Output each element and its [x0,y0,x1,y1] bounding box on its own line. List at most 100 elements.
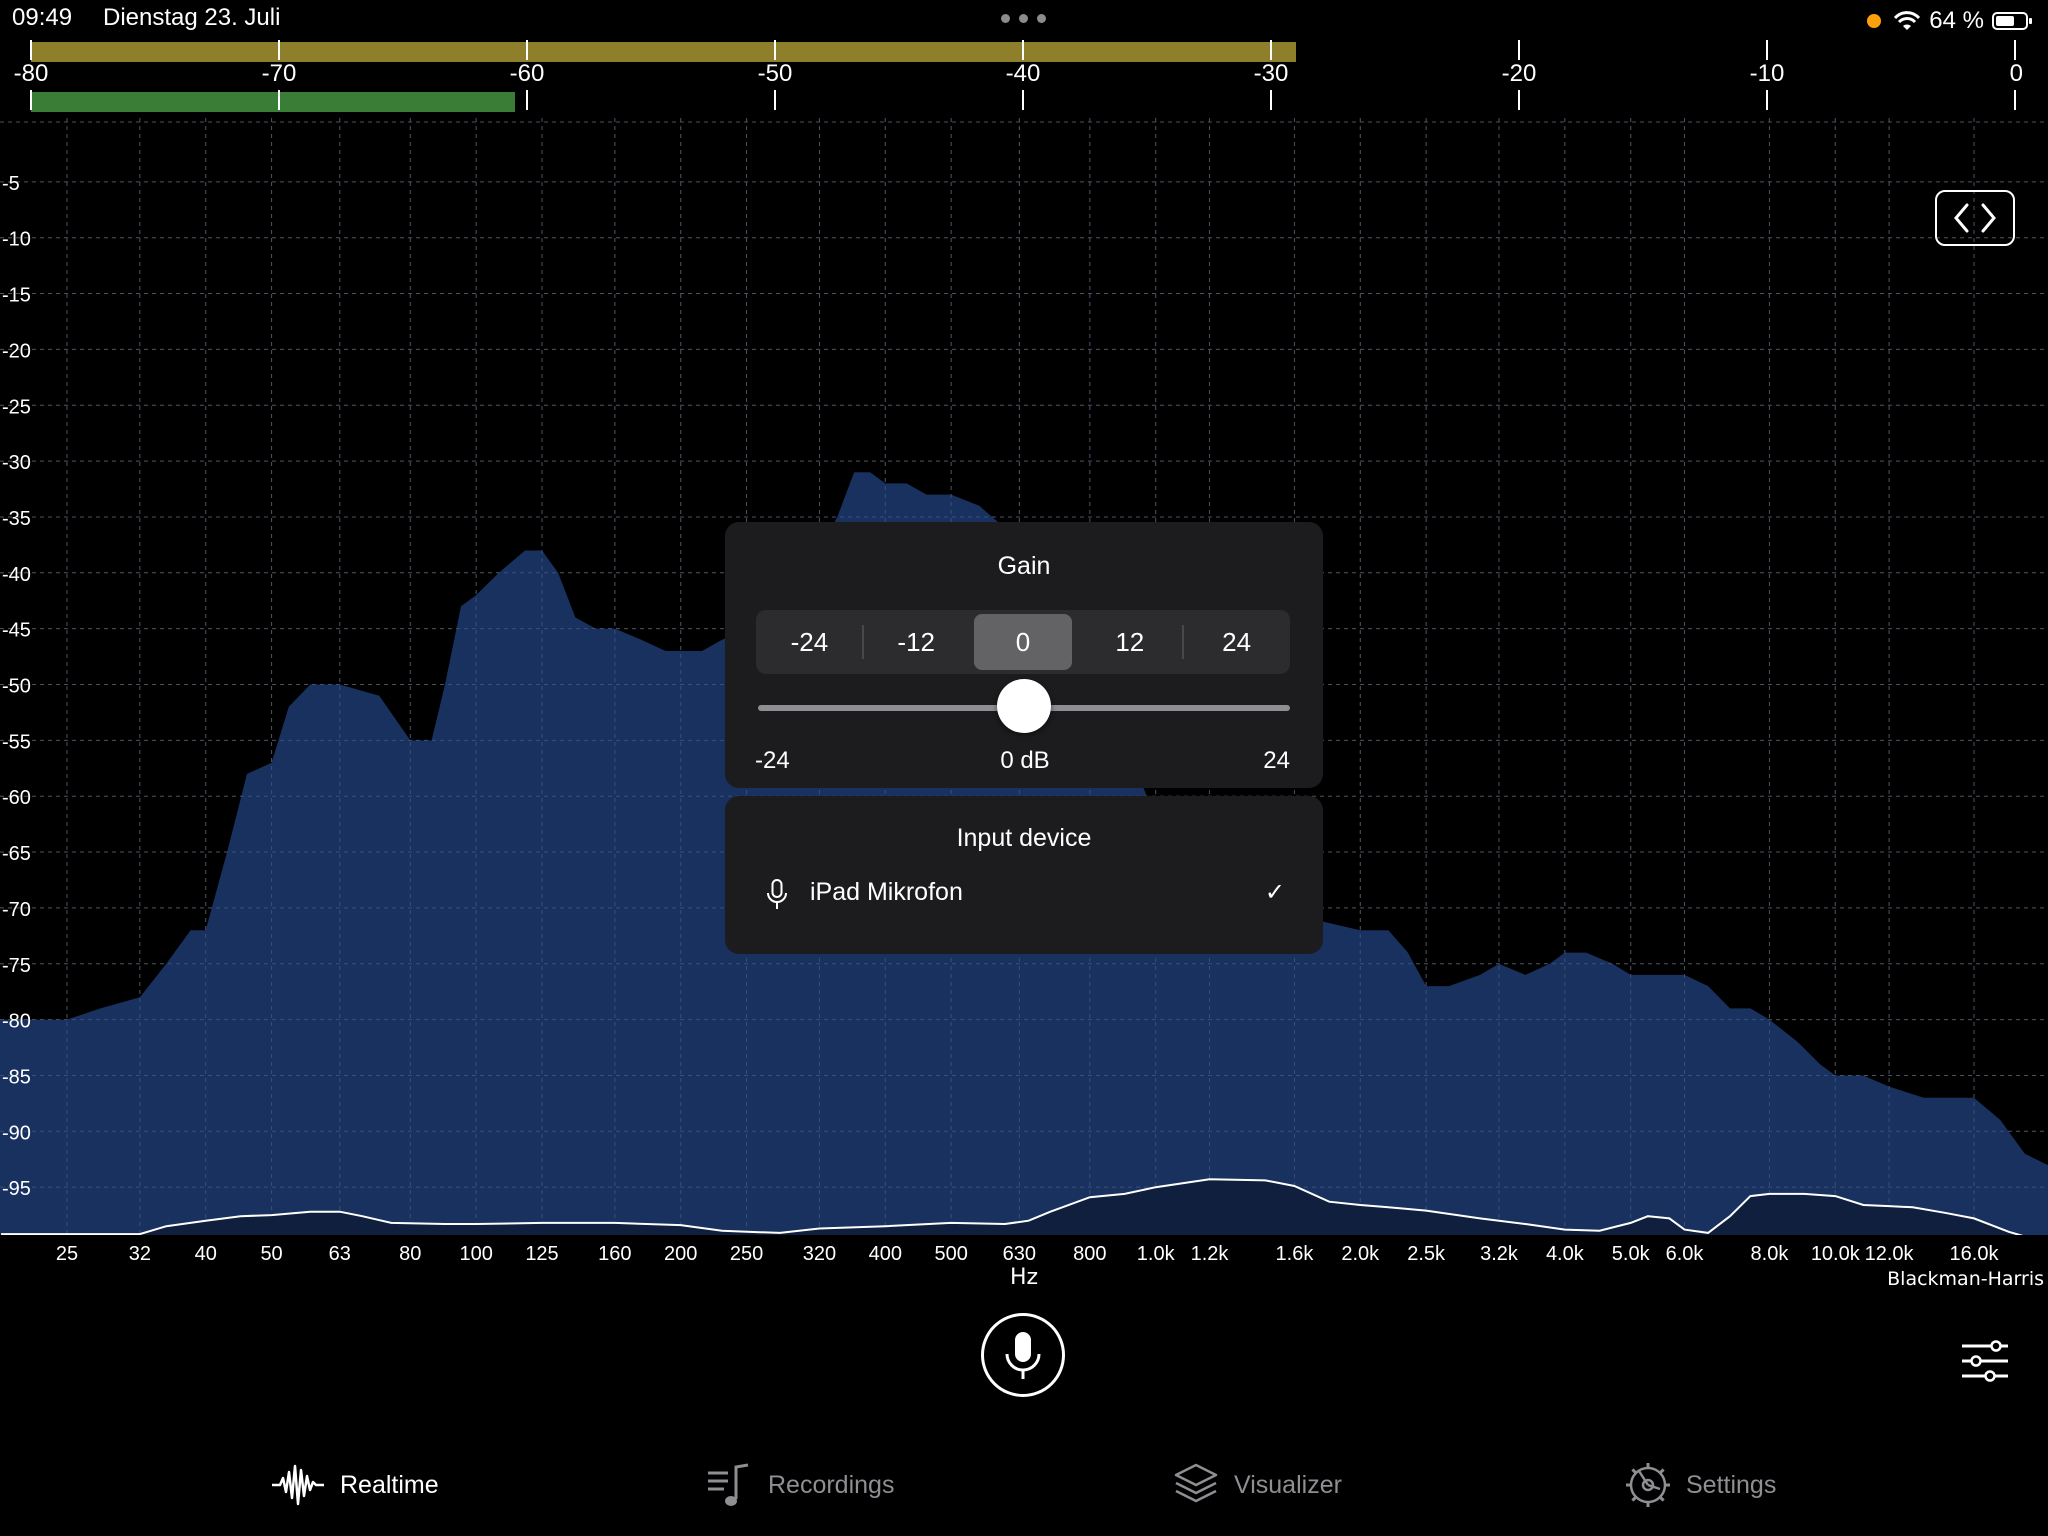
x-tick-label: 12.0k [1865,1243,1915,1265]
tab-recordings-label: Recordings [768,1470,895,1499]
y-tick-label: -85 [2,1066,31,1088]
y-tick-label: -50 [2,676,31,698]
waveform-icon [272,1464,324,1506]
x-tick-label: 10.0k [1811,1243,1861,1265]
level-meter-scale: -80 -70 -60 -50 -40 -30 -20 -10 0 [14,40,2023,110]
gain-option[interactable]: -12 [863,610,970,674]
gain-segmented-control[interactable]: -24 -12 0 12 24 [756,610,1290,674]
microphone-icon [767,879,787,909]
input-device-name: iPad Mikrofon [810,878,963,906]
microphone-in-use-indicator [1867,14,1882,28]
input-device-panel: Input device iPad Mikrofon ✓ [725,796,1323,954]
x-tick-label: 8.0k [1751,1243,1790,1265]
y-tick-label: -70 [2,899,31,921]
x-tick-label: 32 [129,1243,151,1265]
tab-settings[interactable]: Settings [1624,1460,1776,1510]
battery-percent: 64 % [1929,7,1984,34]
x-tick-label: 80 [399,1243,421,1265]
sliders-icon[interactable] [1960,1340,2010,1382]
x-tick-label: 1.0k [1137,1243,1176,1265]
expand-icon [1954,203,1996,233]
y-tick-label: -90 [2,1122,31,1144]
tab-visualizer[interactable]: Visualizer [1172,1460,1342,1510]
gear-icon [1626,1463,1670,1507]
x-tick-label: 320 [803,1243,836,1265]
record-microphone-button[interactable] [981,1313,1065,1397]
meter-scale-label: -50 [758,60,793,87]
tab-recordings[interactable]: Recordings [706,1460,894,1510]
y-tick-label: -15 [2,285,31,307]
y-tick-label: -55 [2,731,31,753]
status-indicators: 64 % [1867,4,2032,38]
x-tick-label: 6.0k [1666,1243,1705,1265]
gain-option[interactable]: 12 [1076,610,1183,674]
y-tick-label: -60 [2,787,31,809]
x-tick-label: 63 [329,1243,351,1265]
x-tick-label: 250 [730,1243,763,1265]
x-axis: 25 32 40 50 63 80 100 125 160 200 250 320 400 500 630 8… [56,1243,2000,1265]
y-tick-label: -75 [2,955,31,977]
music-list-icon [708,1463,749,1506]
y-tick-label: -45 [2,620,31,642]
x-tick-label: 125 [525,1243,558,1265]
segment-divider [1182,625,1185,659]
y-tick-label: -65 [2,843,31,865]
meter-scale-label: -40 [1006,60,1041,87]
level-meter: -80 -70 -60 -50 -40 -30 -20 -10 0 [0,36,2048,114]
status-bar: 09:49 Dienstag 23. Juli 64 % [0,0,2048,40]
x-tick-label: 25 [56,1243,78,1265]
meter-scale-label: -70 [262,60,297,87]
y-tick-label: -25 [2,396,31,418]
meter-scale-label: -60 [510,60,545,87]
gain-slider-min-label: -24 [755,747,790,774]
x-axis-label: Hz [1009,1265,1039,1290]
x-tick-label: 2.5k [1407,1243,1446,1265]
x-tick-label: 5.0k [1612,1243,1651,1265]
y-tick-label: -95 [2,1178,31,1200]
tab-realtime-label: Realtime [340,1470,439,1499]
tab-bar: Realtime Recordings Visualizer Settings [0,1436,2048,1536]
y-tick-label: -10 [2,229,31,251]
window-function-label: Blackman-Harris [1887,1268,2044,1290]
y-tick-label: -40 [2,564,31,586]
x-tick-label: 200 [664,1243,697,1265]
x-tick-label: 3.2k [1480,1243,1519,1265]
meter-scale-label: -10 [1750,60,1785,87]
microphone-icon [1005,1332,1041,1379]
gain-slider-thumb[interactable] [997,679,1051,733]
x-tick-label: 100 [459,1243,492,1265]
gain-slider-value-label: 0 dB [1000,747,1050,774]
battery-icon [1992,12,2032,30]
x-tick-label: 4.0k [1546,1243,1585,1265]
segment-divider [861,625,864,659]
x-tick-label: 16.0k [1950,1243,2000,1265]
y-tick-label: -20 [2,340,31,362]
gain-slider-max-label: 24 [1263,747,1290,774]
gain-option[interactable]: 0 [970,610,1077,674]
tab-realtime[interactable]: Realtime [270,1460,439,1510]
x-tick-label: 160 [598,1243,631,1265]
gain-option[interactable]: 24 [1183,610,1290,674]
input-device-title: Input device [956,824,1092,852]
input-device-row[interactable]: iPad Mikrofon ✓ [765,876,1285,916]
gain-title: Gain [997,552,1051,580]
x-tick-label: 1.2k [1191,1243,1230,1265]
tab-visualizer-label: Visualizer [1234,1470,1342,1499]
y-tick-label: -35 [2,508,31,530]
y-tick-label: -5 [2,173,20,195]
meter-scale-label: -30 [1254,60,1289,87]
expand-button[interactable] [1935,190,2015,246]
multitasking-dots-icon[interactable] [1001,14,1047,24]
x-tick-label: 2.0k [1341,1243,1380,1265]
x-tick-label: 400 [869,1243,902,1265]
gain-panel: Gain -24 -12 0 12 24 -24 0 dB 24 [725,522,1323,788]
checkmark-icon: ✓ [1264,878,1285,906]
tab-settings-label: Settings [1686,1470,1777,1499]
x-tick-label: 40 [195,1243,217,1265]
y-tick-label: -80 [2,1011,31,1033]
meter-scale-label: -80 [14,60,49,87]
y-tick-label: -30 [2,452,31,474]
status-date: Dienstag 23. Juli [103,4,281,31]
gain-option[interactable]: -24 [756,610,863,674]
layers-icon [1174,1463,1218,1503]
